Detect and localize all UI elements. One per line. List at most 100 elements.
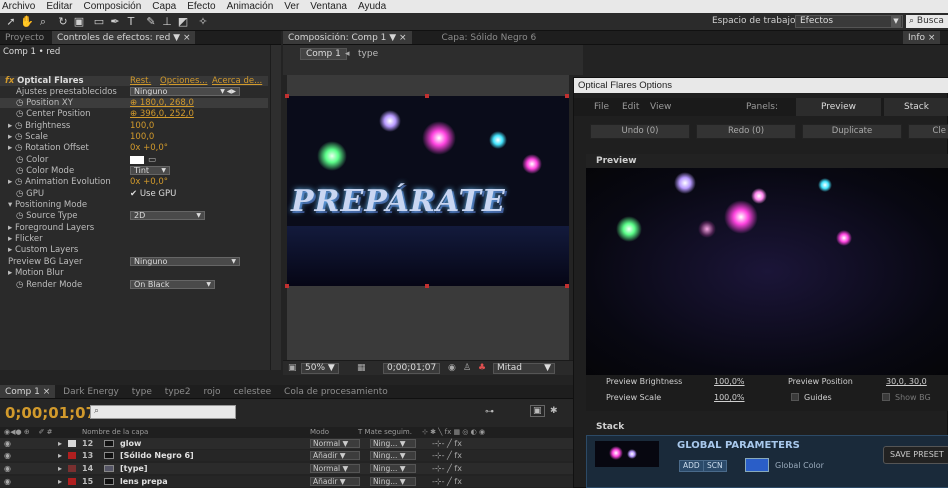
preview-brightness-value[interactable]: 100,0% — [714, 377, 745, 386]
tab-dark-energy[interactable]: Dark Energy — [58, 385, 124, 398]
resolution-dropdown[interactable]: Mitad ▼ — [493, 363, 555, 374]
layer-switches-icon[interactable]: -⊹- ╱ fx — [432, 450, 462, 461]
visibility-eye-icon[interactable]: ◉ — [4, 438, 11, 449]
preview-scale-value[interactable]: 100,0% — [714, 393, 745, 402]
text-tool-icon[interactable]: T — [124, 15, 138, 29]
tab-project[interactable]: Proyecto — [0, 31, 49, 44]
selection-tool-icon[interactable]: ➚ — [4, 15, 18, 29]
brush-tool-icon[interactable]: ✎ — [144, 15, 158, 29]
blend-mode-dropdown[interactable]: Añadir ▼ — [310, 451, 360, 460]
property-value[interactable]: ⊕ 180,0, 268,0 — [130, 98, 194, 108]
property-row-rotation-offset[interactable]: ▸ ◷ Rotation Offset 0x +0,0° — [0, 143, 268, 153]
redo-button[interactable]: Redo (0) — [696, 124, 796, 139]
trkmat-header[interactable]: T Mate seguim. — [358, 427, 412, 438]
help-search-input[interactable]: ⌕ Busca — [906, 15, 948, 28]
mode-header[interactable]: Modo — [310, 427, 329, 438]
property-row-scale[interactable]: ▸ ◷ Scale 100,0 — [0, 132, 268, 142]
twirl-icon[interactable]: ▸ — [58, 438, 62, 449]
layer-switches-icon[interactable]: -⊹- ╱ fx — [432, 438, 462, 449]
tab-layer[interactable]: Capa: Sólido Negro 6 — [436, 31, 541, 44]
pen-tool-icon[interactable]: ✒ — [108, 15, 122, 29]
scn-button[interactable]: SCN — [703, 460, 727, 472]
label-color-swatch[interactable] — [68, 465, 76, 472]
eraser-tool-icon[interactable]: ◩ — [176, 15, 190, 29]
tab-rojo[interactable]: rojo — [198, 385, 225, 398]
table-row[interactable]: ◉ ▸ 13 [Sólido Negro 6] Añadir ▼ Ning... ▼ -⊹-… — [0, 450, 573, 461]
track-matte-dropdown[interactable]: Ning... ▼ — [370, 464, 416, 473]
property-value[interactable]: ⊕ 396,0, 252,0 — [130, 109, 194, 119]
property-row-animation-evolution[interactable]: ▸ ◷ Animation Evolution 0x +0,0° — [0, 177, 268, 187]
undo-button[interactable]: Undo (0) — [590, 124, 690, 139]
presets-dropdown[interactable]: Ninguno ▼ ◀▶ — [130, 87, 240, 96]
layer-handle[interactable] — [565, 94, 569, 98]
tab-celestee[interactable]: celestee — [228, 385, 276, 398]
rotate-tool-icon[interactable]: ↻ — [56, 15, 70, 29]
label-color-swatch[interactable] — [68, 440, 76, 447]
table-row[interactable]: ◉ ▸ 15 lens prepa Añadir ▼ Ning... ▼ -⊹- ╱ fx — [0, 476, 573, 487]
rectangle-tool-icon[interactable]: ▭ — [92, 15, 106, 29]
property-row-gpu[interactable]: ◷ GPU ✔ Use GPU — [0, 189, 268, 199]
twirl-icon[interactable]: ▸ — [58, 463, 62, 474]
camera-tool-icon[interactable]: ▣ — [72, 15, 86, 29]
blend-mode-dropdown[interactable]: Añadir ▼ — [310, 477, 360, 486]
menu-animacion[interactable]: Animación — [227, 0, 274, 13]
workspace-select[interactable]: Efectos ▼ — [795, 15, 903, 28]
property-row-source-type[interactable]: ◷ Source Type 2D ▼ — [0, 211, 268, 221]
table-row[interactable]: ◉ ▸ 14 [type] Normal ▼ Ning... ▼ -⊹- ╱ fx — [0, 463, 573, 474]
layer-name-header[interactable]: Nombre de la capa — [82, 427, 148, 438]
menu-ventana[interactable]: Ventana — [310, 0, 347, 13]
visibility-eye-icon[interactable]: ◉ — [4, 463, 11, 474]
property-row-color[interactable]: ◷ Color ▭ — [0, 155, 268, 165]
of-menu-file[interactable]: File — [594, 98, 609, 116]
tab-render-queue[interactable]: Cola de procesamiento — [279, 385, 393, 398]
property-dropdown[interactable]: Tint ▼ — [130, 166, 170, 175]
save-preset-button[interactable]: SAVE PRESET — [883, 446, 948, 464]
blend-mode-dropdown[interactable]: Normal ▼ — [310, 439, 360, 448]
current-time-field[interactable]: 0;00;01;07 — [383, 363, 441, 374]
comp-breadcrumb-layer[interactable]: type — [358, 49, 378, 59]
layer-name[interactable]: [type] — [120, 463, 148, 474]
menu-capa[interactable]: Capa — [152, 0, 176, 13]
frame-blending-icon[interactable]: ✱ — [550, 406, 558, 416]
layer-handle[interactable] — [425, 284, 429, 288]
property-row-position-xy[interactable]: ◷ Position XY ⊕ 180,0, 268,0 — [0, 98, 268, 108]
zoom-dropdown[interactable]: 50% ▼ — [301, 363, 339, 374]
tab-type2[interactable]: type2 — [160, 385, 196, 398]
property-row-preview-bg-layer[interactable]: Preview BG Layer Ninguno ▼ — [0, 257, 268, 267]
composition-viewer[interactable]: PREPÁRATE — [287, 96, 569, 286]
property-row-render-mode[interactable]: ◷ Render Mode On Black ▼ — [0, 280, 268, 290]
of-tab-stack[interactable]: Stack — [884, 98, 948, 116]
tab-info[interactable]: Info × — [903, 31, 941, 44]
property-row-motion-blur[interactable]: ▸ Motion Blur — [0, 268, 268, 278]
property-row-positioning-mode[interactable]: ▾ Positioning Mode — [0, 200, 268, 210]
stack-global-item[interactable]: GLOBAL PARAMETERS ADD SCN Global Color S… — [586, 435, 948, 488]
draft-3d-icon[interactable]: ▣ — [530, 405, 545, 417]
label-color-swatch[interactable] — [68, 452, 76, 459]
layer-handle[interactable] — [285, 284, 289, 288]
effect-header-row[interactable]: fx Optical Flares Rest. Opciones... Acer… — [0, 76, 268, 86]
twirl-icon[interactable]: ▸ — [58, 450, 62, 461]
property-row-foreground-layers[interactable]: ▸ Foreground Layers — [0, 223, 268, 233]
tab-comp-1[interactable]: Comp 1 × — [0, 385, 56, 398]
visibility-eye-icon[interactable]: ◉ — [4, 450, 11, 461]
color-swatch[interactable] — [130, 156, 144, 164]
timeline-search-input[interactable]: ⌕ — [90, 405, 236, 419]
grid-icon[interactable]: ▦ — [357, 363, 366, 373]
layer-handle[interactable] — [285, 94, 289, 98]
property-row-center-position[interactable]: ◷ Center Position ⊕ 396,0, 252,0 — [0, 109, 268, 119]
property-row-brightness[interactable]: ▸ ◷ Brightness 100,0 — [0, 121, 268, 131]
puppet-tool-icon[interactable]: ✧ — [196, 15, 210, 29]
show-bg-checkbox[interactable] — [882, 393, 890, 401]
preview-position-value[interactable]: 30,0, 30,0 — [886, 377, 927, 386]
layer-name[interactable]: [Sólido Negro 6] — [120, 450, 194, 461]
preview-viewport[interactable] — [586, 168, 948, 375]
menu-efecto[interactable]: Efecto — [187, 0, 215, 13]
channel-icon[interactable]: ♣ — [478, 363, 486, 373]
menu-ver[interactable]: Ver — [284, 0, 299, 13]
property-row-color-mode[interactable]: ◷ Color Mode Tint ▼ — [0, 166, 268, 176]
comp-breadcrumb-comp[interactable]: Comp 1 — [300, 48, 347, 60]
track-matte-dropdown[interactable]: Ning... ▼ — [370, 477, 416, 486]
table-row[interactable]: ◉ ▸ 12 glow Normal ▼ Ning... ▼ -⊹- ╱ fx — [0, 438, 573, 449]
layer-name[interactable]: lens prepa — [120, 476, 168, 487]
property-dropdown[interactable]: 2D ▼ — [130, 211, 205, 220]
